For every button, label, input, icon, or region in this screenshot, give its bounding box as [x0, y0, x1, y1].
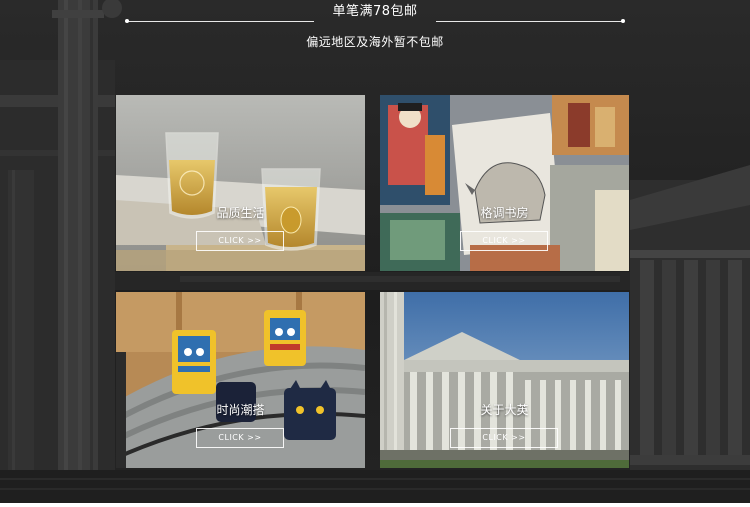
tile-title: 时尚潮搭 — [216, 403, 265, 417]
click-button[interactable]: CLICK >> — [460, 231, 548, 251]
header-divider-dot-right — [621, 19, 625, 23]
header-divider-dot-left — [125, 19, 129, 23]
category-tile-fashion[interactable]: 时尚潮搭 CLICK >> — [116, 292, 365, 468]
category-tile-study[interactable]: 格调书房 CLICK >> — [380, 95, 629, 271]
tile-title: 关于大英 — [480, 403, 529, 417]
background-photo — [0, 0, 750, 503]
tile-title: 品质生活 — [216, 206, 265, 220]
shipping-exclusion-note: 偏远地区及海外暂不包邮 — [306, 35, 444, 49]
free-shipping-promo: 单笔满78包邮 — [332, 4, 418, 19]
click-button[interactable]: CLICK >> — [450, 428, 558, 448]
click-button[interactable]: CLICK >> — [196, 428, 284, 448]
header-divider-right — [436, 21, 622, 22]
click-button[interactable]: CLICK >> — [196, 231, 284, 251]
tile-title: 格调书房 — [480, 206, 529, 220]
category-tile-about[interactable]: 关于大英 CLICK >> — [380, 292, 629, 468]
museum-columns-backdrop — [0, 0, 750, 503]
category-tile-quality-life[interactable]: 品质生活 CLICK >> — [116, 95, 365, 271]
header-divider-left — [128, 21, 314, 22]
